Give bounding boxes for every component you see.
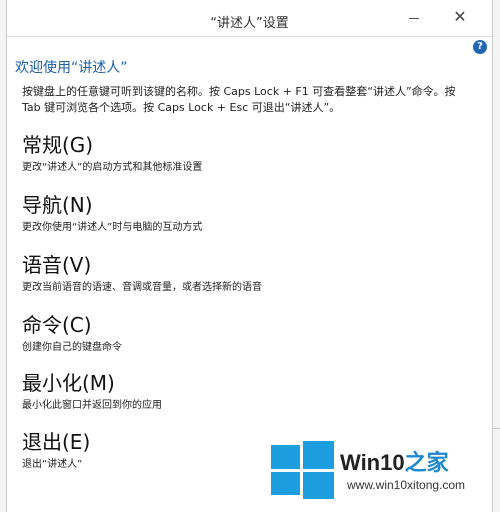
watermark-title-suffix: 之家 [404, 450, 449, 475]
close-button[interactable]: ✕ [447, 5, 473, 29]
watermark-title-brand: Win10 [340, 450, 405, 475]
section-voice[interactable]: 语音(V) 更改当前语音的语速、音调或音量，或者选择新的语音 [22, 253, 482, 295]
intro-text: 按键盘上的任意键可听到该键的名称。按 Caps Lock + F1 可查看整套“… [22, 85, 456, 114]
minimize-icon [409, 18, 419, 19]
section-minimize-desc: 最小化此窗口并返回到你的应用 [22, 400, 162, 411]
section-minimize-heading: 最小化(M) [22, 371, 115, 395]
watermark-title: Win10之家 [340, 445, 449, 477]
section-commands[interactable]: 命令(C) 创建你自己的键盘命令 [22, 313, 482, 355]
section-commands-heading: 命令(C) [22, 313, 92, 337]
section-voice-desc: 更改当前语音的语速、音调或音量，或者选择新的语音 [22, 282, 262, 293]
welcome-heading: 欢迎使用“讲述人” [15, 60, 128, 76]
section-minimize[interactable]: 最小化(M) 最小化此窗口并返回到你的应用 [22, 371, 482, 413]
narrator-settings-window: “讲述人”设置 ✕ ? 欢迎使用“讲述人” 按键盘上的任意键可听到该键的名称。按… [6, 0, 493, 512]
close-icon: ✕ [453, 7, 467, 26]
section-voice-heading: 语音(V) [22, 253, 92, 277]
section-commands-desc: 创建你自己的键盘命令 [22, 342, 122, 353]
section-general-desc: 更改“讲述人”的启动方式和其他标准设置 [22, 162, 203, 173]
title-bar: “讲述人”设置 ✕ [7, 0, 492, 37]
section-general[interactable]: 常规(G) 更改“讲述人”的启动方式和其他标准设置 [22, 133, 482, 175]
section-general-heading: 常规(G) [22, 133, 94, 157]
help-icon[interactable]: ? [473, 40, 487, 54]
section-navigation-desc: 更改你使用“讲述人”时与电脑的互动方式 [22, 222, 203, 233]
minimize-button[interactable] [403, 8, 425, 28]
section-navigation-heading: 导航(N) [22, 193, 93, 217]
watermark-url: www.win10xitong.com [347, 478, 466, 492]
section-navigation[interactable]: 导航(N) 更改你使用“讲述人”时与电脑的互动方式 [22, 193, 482, 235]
windows-logo-icon [271, 441, 334, 499]
